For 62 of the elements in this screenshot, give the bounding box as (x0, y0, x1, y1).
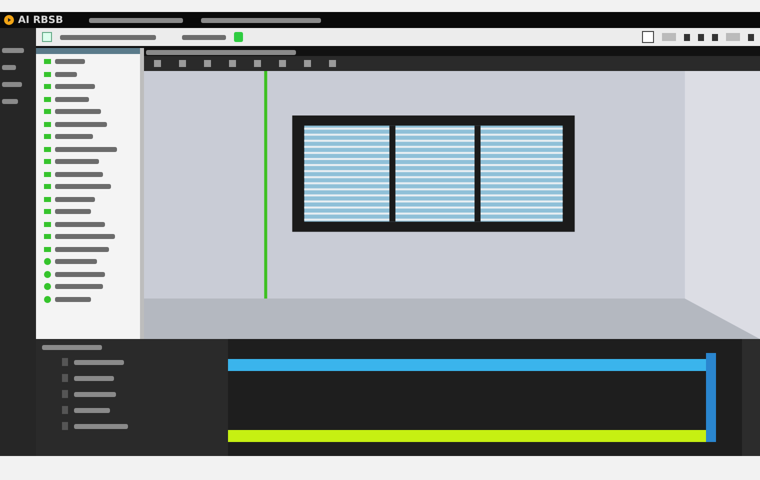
square-icon (44, 84, 51, 90)
square-icon (44, 72, 51, 77)
square-icon (44, 234, 51, 240)
blurred-text (2, 65, 16, 70)
blurred-text (55, 72, 77, 77)
play-logo-icon (4, 15, 14, 25)
blurred-text (55, 96, 89, 102)
square-icon (44, 59, 51, 64)
blurred-text (55, 296, 91, 302)
blurred-text (55, 234, 115, 240)
blurred-text (74, 408, 110, 412)
blurred-text (55, 246, 109, 252)
circle-icon (44, 270, 51, 278)
blurred-text (55, 159, 99, 164)
blurred-text (55, 184, 111, 190)
blurred-text (74, 376, 114, 380)
timeline-clip[interactable] (228, 359, 706, 371)
blurred-text (42, 345, 102, 350)
circle-icon (44, 258, 51, 266)
blurred-text (2, 99, 18, 104)
square-icon (44, 222, 51, 227)
app-name: AI RBSB (18, 14, 64, 26)
blurred-text (55, 146, 117, 152)
square-icon (44, 96, 51, 102)
blurred-text (182, 34, 226, 40)
blurred-text (55, 84, 95, 90)
blurred-text (55, 59, 85, 64)
blurred-text (74, 392, 116, 396)
blurred-text (55, 272, 105, 277)
blurred-text (55, 284, 103, 290)
square-icon (44, 184, 51, 190)
image-icon[interactable] (42, 32, 52, 42)
tool-icon[interactable] (698, 34, 704, 40)
circle-icon (44, 283, 51, 290)
blurred-text (55, 109, 101, 114)
blurred-text (55, 196, 95, 202)
blurred-text (55, 209, 91, 214)
square-icon (44, 172, 51, 177)
tool-icon[interactable] (684, 34, 690, 40)
square-icon (44, 246, 51, 252)
blurred-text (2, 48, 24, 53)
blurred-text (55, 222, 105, 227)
square-icon (44, 159, 51, 164)
playhead-handle[interactable] (706, 353, 716, 442)
blurred-text (55, 122, 107, 127)
square-icon (44, 196, 51, 202)
square-icon (44, 122, 51, 127)
square-icon (44, 146, 51, 152)
square-icon[interactable] (642, 31, 654, 43)
blurred-text (74, 424, 128, 428)
blurred-text (55, 172, 103, 177)
tool-icon[interactable] (712, 34, 718, 40)
tool-icon[interactable] (748, 34, 754, 40)
square-icon (44, 209, 51, 214)
blurred-text (55, 259, 97, 264)
blurred-text (55, 134, 93, 140)
blurred-text (74, 360, 124, 364)
blurred-text (2, 82, 22, 87)
timeline-clip[interactable] (228, 430, 706, 442)
square-icon (44, 109, 51, 114)
circle-icon (44, 296, 51, 303)
square-icon (44, 134, 51, 140)
